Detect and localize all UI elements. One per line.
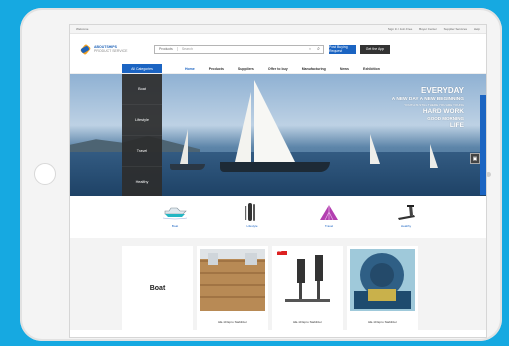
slogan-line: A NEW DAY A NEW BEGINNING [391, 97, 464, 102]
icon-category-travel[interactable]: Travel [291, 196, 368, 238]
logo-sub: PRODUCT SERVICE [94, 49, 128, 53]
product-caption: HE-10 Epro Stabilizer [218, 320, 247, 324]
logo-icon [80, 44, 91, 55]
product-card[interactable]: HE-10 Epro Stabilizer [197, 246, 268, 330]
product-image [275, 249, 340, 311]
boat-hull-graphic [170, 164, 205, 170]
tent-icon [317, 203, 341, 221]
slogan-line: HARD WORK [422, 108, 464, 115]
boat-icon [162, 203, 188, 221]
boat-hull-graphic [220, 162, 330, 172]
hero-banner[interactable]: Boat Lifestyle Travel Healthy EVERYDAY A… [70, 74, 486, 196]
slogan-line: LIFE [449, 122, 464, 129]
top-bar: Welcome Sign In / Join Free Buyer Center… [70, 25, 486, 34]
screen: Welcome Sign In / Join Free Buyer Center… [69, 24, 487, 338]
treadmill-icon [394, 203, 418, 221]
welcome-text: Welcome [76, 27, 89, 31]
search-bar: Products Search × ⌕ [154, 44, 324, 54]
top-links: Sign In / Join Free Buyer Center Supplie… [382, 27, 480, 31]
sail-graphic [235, 92, 251, 162]
product-category-card[interactable]: Boat [122, 246, 193, 330]
slogan-line: EVERYDAY [421, 86, 464, 95]
main-nav: All Categories Home Products Suppliers O… [70, 64, 486, 74]
product-card[interactable]: EZ HE-10 Epro Stabilizer [272, 246, 343, 330]
product-image [350, 249, 415, 311]
search-icon[interactable]: ⌕ [314, 45, 323, 54]
product-caption: HE-10 Epro Stabilizer [368, 320, 397, 324]
nav-suppliers[interactable]: Suppliers [238, 67, 254, 71]
top-link[interactable]: Supplier Services [444, 27, 467, 31]
product-caption: HE-10 Epro Stabilizer [293, 320, 322, 324]
category-menu-item[interactable]: Lifestyle [122, 105, 162, 136]
banner-slogan: EVERYDAY A NEW DAY A NEW BEGINNING YOUTH… [392, 86, 464, 129]
nav-home[interactable]: Home [185, 67, 195, 71]
product-card[interactable]: HE-10 Epro Stabilizer [347, 246, 418, 330]
nav-news[interactable]: News [340, 67, 349, 71]
background: { "colors": {"background":"#16a9e1","bra… [0, 0, 509, 346]
nav-manufacturing[interactable]: Manufacturing [302, 67, 326, 71]
sail-graphic [430, 144, 438, 168]
nav-exhibition[interactable]: Exhibition [363, 67, 380, 71]
search-category-select[interactable]: Products [155, 47, 178, 51]
category-icons-row: Boat Lifestyle Travel Healthy [70, 196, 486, 238]
nav-offer[interactable]: Offer to buy [268, 67, 288, 71]
category-menu-item[interactable]: Boat [122, 74, 162, 105]
icon-category-healthy[interactable]: Healthy [368, 196, 445, 238]
icon-category-label: Boat [171, 224, 179, 228]
top-link[interactable]: Buyer Center [419, 27, 437, 31]
category-menu-item[interactable]: Healthy [122, 167, 162, 196]
icon-category-boat[interactable]: Boat [137, 196, 214, 238]
site-logo[interactable]: ABOUTSHIPS PRODUCT SERVICE [80, 44, 140, 55]
nav-products[interactable]: Products [209, 67, 224, 71]
icon-category-label: Travel [324, 224, 334, 228]
brand-badge: EZ [277, 249, 282, 253]
category-menu: Boat Lifestyle Travel Healthy [122, 74, 162, 196]
slogan-line: GOOD MORNING [427, 116, 464, 121]
all-categories-button[interactable]: All Categories [122, 64, 162, 73]
search-input[interactable]: Search [178, 47, 309, 51]
get-app-button[interactable]: Get the App [360, 44, 390, 54]
top-link[interactable]: Help [474, 27, 480, 31]
floating-sidebar[interactable] [480, 95, 486, 195]
sail-graphic [180, 129, 188, 164]
sail-graphic [370, 134, 380, 164]
top-link[interactable]: Sign In / Join Free [388, 27, 412, 31]
slogan-line: YOUTH IS STILL THERE YOU ARE YOUNG [404, 103, 464, 107]
post-request-button[interactable]: Post Buying Request [329, 44, 356, 54]
nav-links: Home Products Suppliers Offer to buy Man… [185, 67, 394, 71]
home-button[interactable] [34, 163, 56, 185]
tablet-frame: Welcome Sign In / Join Free Buyer Center… [20, 8, 502, 341]
icon-category-label: Lifestyle [246, 224, 258, 228]
sail-graphic [254, 80, 296, 164]
products-section: Boat HE-10 Epro Stabilizer EZ HE-10 Epro… [70, 238, 486, 330]
product-image [200, 249, 265, 311]
icon-category-label: Healthy [400, 224, 412, 228]
category-menu-item[interactable]: Travel [122, 136, 162, 167]
paddle-board-icon [240, 203, 264, 221]
icon-category-lifestyle[interactable]: Lifestyle [214, 196, 291, 238]
header: ABOUTSHIPS PRODUCT SERVICE Products Sear… [70, 34, 486, 64]
floating-tab-icon[interactable]: ▣ [470, 153, 480, 164]
